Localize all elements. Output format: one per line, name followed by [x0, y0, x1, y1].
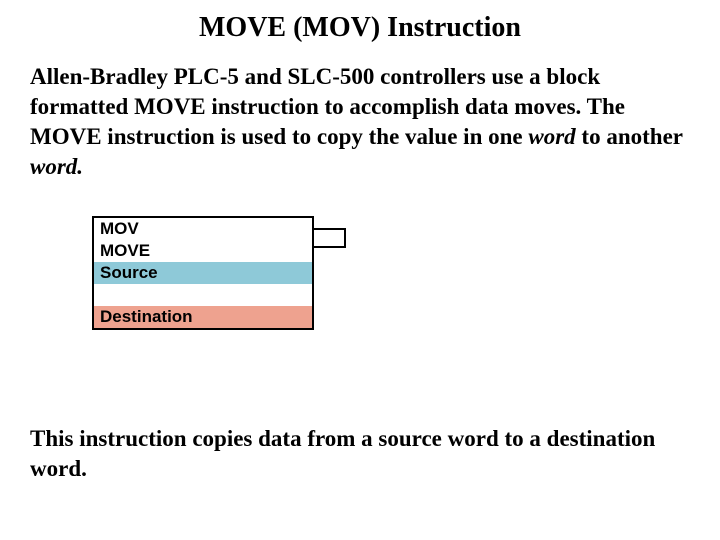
- intro-word-2: word.: [30, 154, 83, 179]
- instruction-block: MOV MOVE Source Destination: [92, 216, 314, 330]
- slide-title: MOVE (MOV) Instruction: [0, 12, 720, 44]
- summary-paragraph: This instruction copies data from a sour…: [30, 424, 690, 484]
- block-row-destination: Destination: [94, 306, 312, 328]
- block-row-mnemonic: MOV: [94, 218, 312, 240]
- block-row-name: MOVE: [94, 240, 312, 262]
- intro-paragraph: Allen-Bradley PLC-5 and SLC-500 controll…: [30, 62, 690, 182]
- block-row-gap: [94, 284, 312, 306]
- intro-text-b: to another: [576, 124, 683, 149]
- block-row-source: Source: [94, 262, 312, 284]
- rung-connector-icon: [312, 228, 348, 252]
- intro-word-1: word: [528, 124, 575, 149]
